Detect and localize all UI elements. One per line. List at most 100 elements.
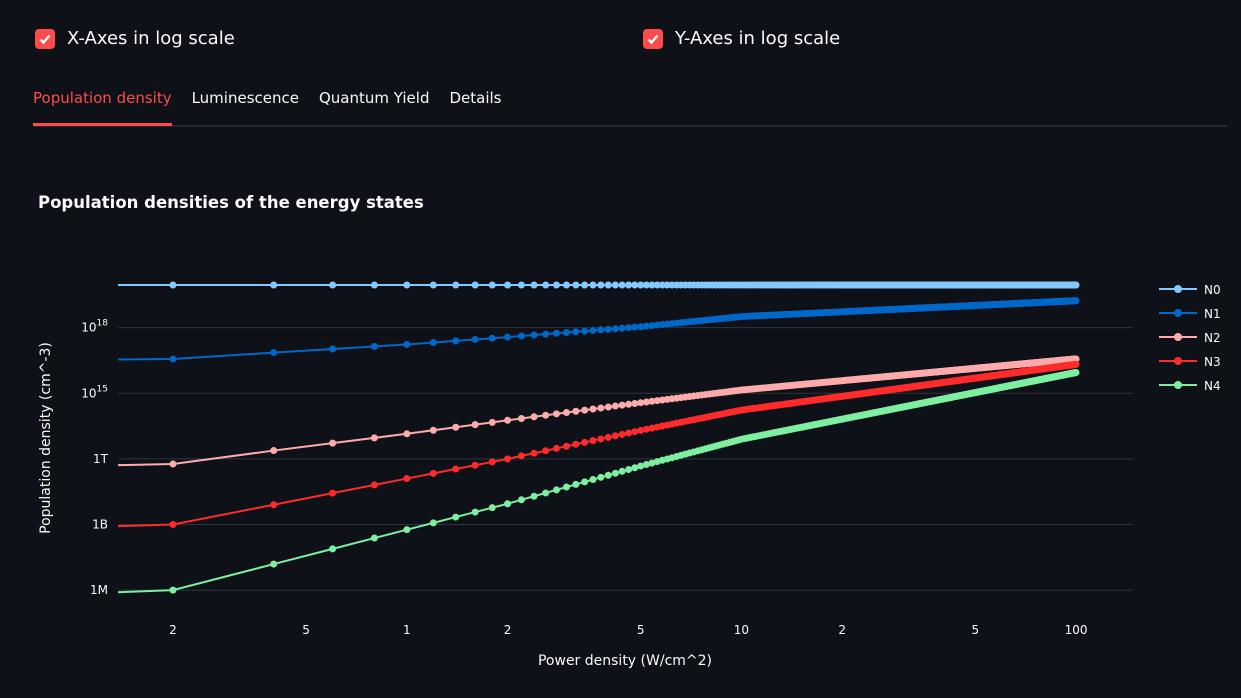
data-point-N1 [862,307,870,315]
data-point-N0 [1056,281,1064,289]
data-point-N2 [914,370,922,378]
data-point-N2 [1072,355,1080,363]
data-point-N3 [1007,369,1015,377]
data-point-N3 [1070,361,1078,369]
data-point-N0 [1040,281,1048,289]
data-point-N4 [1044,374,1052,382]
data-point-N4 [1008,381,1016,389]
data-point-N3 [648,424,656,432]
data-point-N1 [988,301,996,309]
data-point-N1 [1057,297,1065,305]
data-point-N0 [648,281,656,289]
data-point-N0 [1025,281,1033,289]
data-point-N3 [1068,361,1076,369]
data-point-N0 [780,281,788,289]
data-point-N1 [964,302,972,310]
data-point-N4 [997,383,1005,391]
data-point-N0 [329,281,337,289]
y-tick-label: 1015 [81,384,108,400]
data-point-N2 [858,375,866,383]
data-point-N2 [1060,356,1068,364]
data-point-N1 [766,311,774,319]
data-point-N0 [824,281,832,289]
data-point-N0 [913,281,921,289]
y-log-checkbox[interactable]: Y-Axes in log scale [643,28,840,49]
data-point-N4 [962,390,970,398]
data-point-N2 [1037,358,1045,366]
data-point-N2 [1030,359,1038,367]
data-point-N3 [663,421,671,429]
tab-quantum-yield[interactable]: Quantum Yield [319,86,430,123]
x-log-checkbox[interactable]: X-Axes in log scale [35,28,235,49]
data-point-N0 [1028,281,1036,289]
data-point-N4 [1039,375,1047,383]
data-point-N2 [1006,361,1014,369]
data-point-N2 [1054,357,1062,365]
data-point-N4 [1028,377,1036,385]
data-point-N1 [1047,298,1055,306]
tab-luminescence[interactable]: Luminescence [192,86,299,123]
data-point-N0 [804,281,812,289]
data-point-N0 [737,281,745,289]
tab-population-density[interactable]: Population density [33,86,172,126]
data-point-N0 [1071,281,1079,289]
data-point-N3 [743,405,751,413]
data-point-N0 [1049,281,1057,289]
data-point-N1 [964,302,972,310]
data-point-N2 [668,395,676,403]
data-point-N3 [978,373,986,381]
data-point-N3 [1058,362,1066,370]
data-point-N1 [1034,298,1042,306]
data-point-N3 [940,378,948,386]
data-point-N0 [806,281,814,289]
data-point-N4 [942,394,950,402]
data-point-N3 [861,389,869,397]
data-point-N0 [892,281,900,289]
data-point-N2 [985,363,993,371]
data-point-N4 [1019,379,1027,387]
data-point-N2 [1056,356,1064,364]
data-point-N4 [857,411,865,419]
data-point-N2 [1069,355,1077,363]
data-point-N2 [996,362,1004,370]
data-point-N2 [1009,361,1017,369]
data-point-N2 [892,372,900,380]
data-point-N1 [829,308,837,316]
data-point-N1 [971,301,979,309]
data-point-N0 [966,281,974,289]
data-point-N1 [881,306,889,314]
data-point-N1 [982,301,990,309]
data-point-N0 [754,281,762,289]
data-point-N2 [1014,360,1022,368]
data-point-N3 [847,391,855,399]
data-point-N1 [1023,299,1031,307]
data-point-N0 [769,281,777,289]
data-point-N4 [832,416,840,424]
x-tick-label: 1 [403,623,411,637]
data-point-N4 [1004,382,1012,390]
data-point-N0 [832,281,840,289]
data-point-N4 [790,425,798,433]
data-point-N4 [944,394,952,402]
data-point-N3 [890,385,898,393]
data-point-N4 [1056,372,1064,380]
data-point-N3 [1072,360,1080,368]
series-line-N1 [117,299,1077,361]
y-tick-label: 1B [92,518,108,532]
data-point-N3 [1037,365,1045,373]
data-point-N1 [912,304,920,312]
data-point-N0 [802,281,810,289]
data-point-N1 [938,303,946,311]
data-point-N3 [737,406,745,414]
data-point-N1 [1022,299,1030,307]
data-point-N2 [1055,356,1063,364]
data-point-N0 [370,281,378,289]
tab-details[interactable]: Details [449,86,501,123]
data-point-N4 [677,451,685,459]
data-point-N2 [1051,357,1059,365]
data-point-N2 [1056,356,1064,364]
data-point-N4 [918,399,926,407]
data-point-N2 [1071,355,1079,363]
data-point-N0 [916,281,924,289]
data-point-N2 [960,365,968,373]
